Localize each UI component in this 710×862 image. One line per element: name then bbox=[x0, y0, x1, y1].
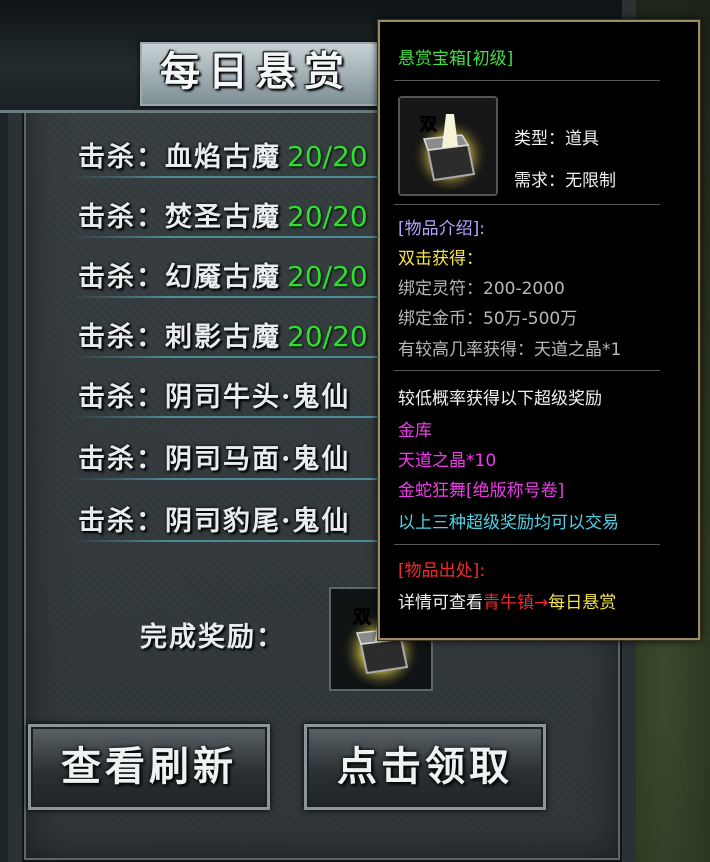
quest-target: 阴司豹尾·鬼仙 bbox=[165, 506, 351, 537]
quest-count: 20/20 bbox=[287, 200, 368, 233]
reward-label: 完成奖励： bbox=[140, 622, 285, 653]
high-rate-line: 有较高几率获得：天道之晶*1 bbox=[398, 340, 622, 360]
tooltip-divider bbox=[394, 80, 660, 81]
item-type: 类型：道具 bbox=[514, 129, 599, 149]
quest-row-7: 击杀：阴司豹尾·鬼仙 bbox=[78, 499, 350, 541]
super-reward-1: 金库 bbox=[398, 421, 432, 441]
double-click-gain: 双击获得： bbox=[398, 249, 483, 269]
quest-target: 血焰古魔 bbox=[165, 142, 281, 173]
tooltip-divider bbox=[394, 370, 660, 371]
source-header: [物品出处]: bbox=[398, 561, 485, 581]
quest-label: 击杀： bbox=[78, 202, 165, 233]
treasure-chest-icon: 双 bbox=[400, 98, 496, 194]
tooltip-item-icon: 双 bbox=[398, 96, 498, 196]
quest-label: 击杀： bbox=[78, 382, 165, 413]
super-reward-2: 天道之晶*10 bbox=[398, 451, 497, 471]
quest-target: 幻魇古魔 bbox=[165, 262, 281, 293]
view-refresh-button[interactable]: 查看刷新 bbox=[28, 724, 270, 810]
source-place: 青牛镇 bbox=[483, 593, 534, 613]
source-line: 详情可查看青牛镇→每日悬赏 bbox=[398, 588, 616, 613]
quest-row-1: 击杀：血焰古魔 20/20 bbox=[78, 135, 368, 177]
quest-label: 击杀： bbox=[78, 506, 165, 537]
source-destination: 每日悬赏 bbox=[548, 593, 617, 613]
quest-count: 20/20 bbox=[287, 260, 368, 293]
super-reward-3: 金蛇狂舞[绝版称号卷] bbox=[398, 481, 565, 501]
quest-row-4: 击杀：刺影古魔 20/20 bbox=[78, 315, 368, 357]
source-arrow: → bbox=[534, 593, 549, 613]
item-requirement: 需求：无限制 bbox=[514, 171, 616, 191]
bind-rune-line: 绑定灵符：200-2000 bbox=[398, 279, 565, 299]
intro-header: [物品介绍]: bbox=[398, 219, 485, 239]
tradeable-note: 以上三种超级奖励均可以交易 bbox=[398, 513, 619, 533]
bind-gold-line: 绑定金币：50万-500万 bbox=[398, 309, 578, 329]
item-glyph: 双 bbox=[420, 115, 437, 135]
quest-row-3: 击杀：幻魇古魔 20/20 bbox=[78, 255, 368, 297]
quest-target: 阴司马面·鬼仙 bbox=[165, 444, 351, 475]
item-glyph: 双 bbox=[353, 607, 371, 628]
quest-target: 阴司牛头·鬼仙 bbox=[165, 382, 351, 413]
item-tooltip: 悬赏宝箱[初级] 双 类型：道具 需求：无限制 [物品介绍]: 双击获得： 绑定… bbox=[378, 20, 700, 640]
panel-title: 每日悬赏 bbox=[160, 48, 352, 95]
tooltip-divider bbox=[394, 544, 660, 545]
quest-row-5: 击杀：阴司牛头·鬼仙 bbox=[78, 375, 350, 417]
quest-row-6: 击杀：阴司马面·鬼仙 bbox=[78, 437, 350, 479]
quest-target: 刺影古魔 bbox=[165, 322, 281, 353]
claim-button[interactable]: 点击领取 bbox=[304, 724, 546, 810]
quest-count: 20/20 bbox=[287, 320, 368, 353]
item-name: 悬赏宝箱[初级] bbox=[398, 49, 514, 69]
quest-label: 击杀： bbox=[78, 262, 165, 293]
low-rate-header: 较低概率获得以下超级奖励 bbox=[398, 389, 602, 409]
quest-count: 20/20 bbox=[287, 140, 368, 173]
quest-target: 焚圣古魔 bbox=[165, 202, 281, 233]
tooltip-divider bbox=[394, 204, 660, 205]
source-prefix: 详情可查看 bbox=[398, 593, 483, 613]
quest-row-2: 击杀：焚圣古魔 20/20 bbox=[78, 195, 368, 237]
quest-label: 击杀： bbox=[78, 142, 165, 173]
quest-label: 击杀： bbox=[78, 444, 165, 475]
quest-label: 击杀： bbox=[78, 322, 165, 353]
